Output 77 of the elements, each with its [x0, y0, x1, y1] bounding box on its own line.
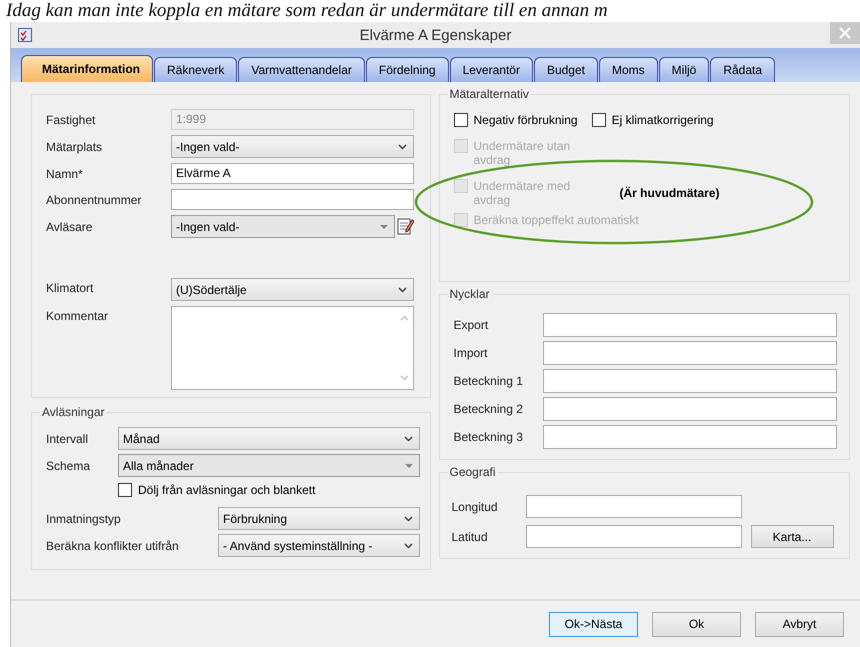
tab[interactable]: Mätarinformation	[21, 55, 154, 82]
checkbox-label: Undermätare med avdrag	[474, 179, 572, 207]
triangle-down-icon	[404, 464, 412, 468]
text-field[interactable]	[542, 313, 837, 337]
dropdown[interactable]: -Ingen vald-	[171, 215, 394, 238]
text-field[interactable]: Elvärme A	[171, 163, 414, 184]
group-title: Avläsningar	[40, 405, 106, 419]
tab[interactable]: Räkneverk	[154, 57, 238, 82]
tab[interactable]: Moms	[599, 57, 658, 82]
notepad-pencil-icon[interactable]	[396, 217, 414, 236]
tab[interactable]: Leverantör	[450, 57, 533, 82]
annotation-text: (Är huvudmätare)	[620, 186, 720, 200]
chevron-down-icon	[404, 436, 412, 442]
field-label: Abonnentnummer	[46, 192, 142, 206]
window-title: Elvärme A Egenskaper	[358, 26, 512, 44]
map-button[interactable]: Karta...	[750, 525, 834, 548]
scroll-down-icon[interactable]	[400, 375, 409, 381]
triangle-down-icon	[380, 224, 388, 228]
dropdown[interactable]: - Använd systeminställning -	[218, 534, 420, 557]
text-field[interactable]	[526, 525, 742, 548]
text-field[interactable]	[542, 397, 837, 421]
field-label: Namn*	[46, 166, 84, 180]
field-label: Export	[454, 318, 490, 332]
dialog-button[interactable]: Ok->Nästa	[549, 612, 638, 636]
field-label: Beräkna konflikter utifrån	[46, 538, 180, 552]
field-label: Avläsare	[46, 220, 94, 234]
scroll-up-icon[interactable]	[400, 315, 409, 321]
checkbox-label: Ej klimatkorrigering	[612, 113, 714, 127]
close-icon	[839, 27, 851, 39]
tab[interactable]: Varmvattenandelar	[238, 57, 365, 82]
checkbox-label: Beräkna toppeffekt automatiskt	[474, 213, 639, 227]
checkbox[interactable]	[592, 113, 606, 127]
checklist-icon	[17, 27, 33, 43]
field-label: Fastighet	[46, 112, 96, 126]
group-title: Nycklar	[448, 287, 492, 301]
dialog-button[interactable]: Ok	[652, 612, 741, 636]
field-label: Schema	[46, 458, 92, 472]
text-field[interactable]	[542, 425, 837, 449]
document-text: Idag kan man inte koppla en mätare som redan är undermätare till en annan m	[5, 0, 609, 22]
dropdown[interactable]: Månad	[118, 427, 420, 450]
checkbox[interactable]	[454, 113, 468, 127]
group-title: Mätaralternativ	[448, 87, 531, 101]
field-label: Intervall	[46, 432, 90, 446]
tab[interactable]: Rådata	[710, 57, 776, 82]
group-title: Geografi	[448, 465, 498, 479]
chevron-down-icon	[404, 542, 412, 548]
dropdown[interactable]: Förbrukning	[218, 507, 420, 530]
field-label: Latitud	[452, 530, 489, 544]
comment-field[interactable]	[171, 306, 414, 390]
tab[interactable]: Budget	[534, 57, 598, 82]
dropdown[interactable]: -Ingen vald-	[171, 135, 414, 158]
close-button[interactable]	[830, 22, 860, 44]
field-label: Longitud	[452, 500, 499, 514]
tab[interactable]: Miljö	[658, 57, 710, 82]
checkbox[interactable]	[118, 483, 132, 497]
dropdown[interactable]: Alla månader	[118, 454, 420, 477]
dropdown[interactable]: (U)Södertälje	[171, 278, 414, 301]
checkbox-label: Dölj från avläsningar och blankett	[138, 483, 316, 497]
tab[interactable]: Fördelning	[366, 57, 449, 82]
chevron-down-icon	[398, 286, 406, 292]
field-label: Beteckning 3	[454, 430, 524, 444]
field-label: Beteckning 1	[454, 374, 524, 388]
field-label: Import	[454, 346, 489, 360]
field-label: Kommentar	[46, 308, 110, 323]
dialog-button[interactable]: Avbryt	[755, 612, 844, 636]
chevron-down-icon	[398, 144, 406, 150]
field-label: Mätarplats	[46, 140, 104, 154]
text-field[interactable]	[542, 369, 837, 393]
text-field[interactable]	[171, 189, 414, 210]
field-label: Inmatningstyp	[46, 512, 122, 526]
checkbox-label: Negativ förbrukning	[474, 113, 578, 127]
checkbox-label: Undermätare utan avdrag	[474, 139, 572, 167]
text-field[interactable]	[542, 341, 837, 365]
text-field[interactable]	[526, 495, 742, 518]
field-label: Klimatort	[46, 280, 94, 295]
field-label: Beteckning 2	[454, 402, 524, 416]
chevron-down-icon	[404, 516, 412, 522]
